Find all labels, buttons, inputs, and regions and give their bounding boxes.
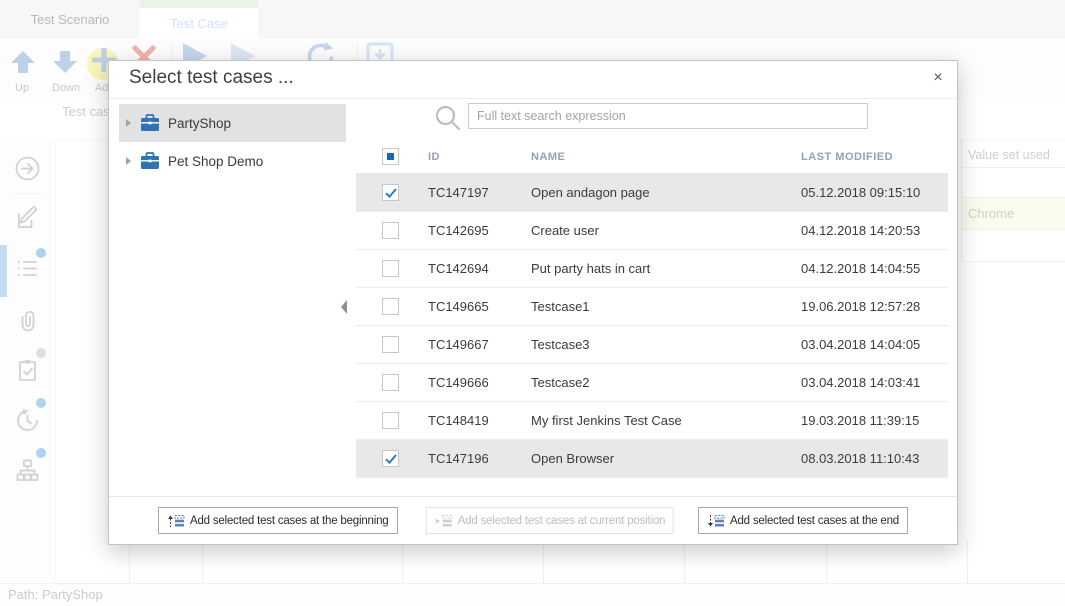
cell-id: TC142694 [428, 250, 489, 287]
dialog-body: PartyShop Pet Shop Demo ID NAME LAST MODI… [109, 98, 957, 497]
cell-name: Create user [531, 212, 599, 249]
cell-name: Open andagon page [531, 174, 650, 211]
column-header-last-modified[interactable]: LAST MODIFIED [801, 141, 893, 173]
cell-id: TC149666 [428, 364, 489, 401]
add-at-current-position-button: Add selected test cases at current posit… [426, 507, 674, 534]
cell-name: Open Browser [531, 440, 614, 477]
table-row[interactable]: TC149666 Testcase2 03.04.2018 14:03:41 [356, 364, 948, 402]
cell-id: TC149665 [428, 288, 489, 325]
table-header-row: ID NAME LAST MODIFIED [356, 141, 948, 174]
column-header-name[interactable]: NAME [531, 141, 565, 173]
cell-last-modified: 19.03.2018 11:39:15 [801, 402, 919, 439]
dialog-header: Select test cases ... × [109, 61, 957, 99]
dialog-footer: Add selected test cases at the beginning… [109, 496, 957, 544]
cell-id: TC147196 [428, 440, 489, 477]
tree-panel: PartyShop Pet Shop Demo [119, 104, 346, 180]
briefcase-icon [140, 152, 160, 170]
table-row[interactable]: TC142694 Put party hats in cart 04.12.2018… [356, 250, 948, 288]
table-row[interactable]: TC149667 Testcase3 03.04.2018 14:04:05 [356, 326, 948, 364]
table-row[interactable]: TC148419 My first Jenkins Test Case 19.03.… [356, 402, 948, 440]
table-row[interactable]: TC142695 Create user 04.12.2018 14:20:53 [356, 212, 948, 250]
select-test-cases-dialog: Select test cases ... × PartyShop Pet Sho… [108, 60, 958, 545]
dialog-title: Select test cases ... [129, 67, 294, 89]
column-header-id[interactable]: ID [428, 141, 440, 173]
close-icon[interactable]: × [927, 67, 949, 89]
row-checkbox[interactable] [382, 374, 399, 391]
expander-icon[interactable] [126, 157, 131, 165]
cell-name: Testcase3 [531, 326, 590, 363]
cell-id: TC142695 [428, 212, 489, 249]
search-input[interactable] [468, 103, 868, 129]
button-label: Add selected test cases at the beginning [190, 515, 389, 527]
tree-item-label: Pet Shop Demo [168, 154, 263, 169]
insert-end-icon [707, 514, 725, 528]
button-label: Add selected test cases at current posit… [458, 515, 665, 527]
cell-last-modified: 04.12.2018 14:20:53 [801, 212, 920, 249]
briefcase-icon [140, 114, 160, 132]
cell-id: TC147197 [428, 174, 489, 211]
tree-item[interactable]: Pet Shop Demo [119, 142, 346, 180]
insert-beginning-icon [167, 514, 185, 528]
row-checkbox[interactable] [382, 336, 399, 353]
cell-last-modified: 05.12.2018 09:15:10 [801, 174, 920, 211]
select-all-checkbox[interactable] [382, 148, 399, 165]
cell-name: My first Jenkins Test Case [531, 402, 682, 439]
test-case-rows: TC147197 Open andagon page 05.12.2018 09:1… [356, 174, 948, 478]
row-checkbox[interactable] [382, 450, 399, 467]
cell-name: Testcase1 [531, 288, 590, 325]
cell-last-modified: 19.06.2018 12:57:28 [801, 288, 920, 325]
table-row[interactable]: TC147197 Open andagon page 05.12.2018 09:1… [356, 174, 948, 212]
cell-last-modified: 08.03.2018 11:10:43 [801, 440, 919, 477]
cell-last-modified: 03.04.2018 14:03:41 [801, 364, 920, 401]
cell-last-modified: 03.04.2018 14:04:05 [801, 326, 920, 363]
cell-last-modified: 04.12.2018 14:04:55 [801, 250, 920, 287]
table-row[interactable]: TC147196 Open Browser 08.03.2018 11:10:43 [356, 440, 948, 478]
table-row[interactable]: TC149665 Testcase1 19.06.2018 12:57:28 [356, 288, 948, 326]
cell-name: Put party hats in cart [531, 250, 650, 287]
expander-icon[interactable] [126, 119, 131, 127]
cell-name: Testcase2 [531, 364, 590, 401]
row-checkbox[interactable] [382, 184, 399, 201]
cell-id: TC149667 [428, 326, 489, 363]
splitter-collapse-icon[interactable] [341, 300, 347, 314]
tree-item[interactable]: PartyShop [119, 104, 346, 142]
row-checkbox[interactable] [382, 260, 399, 277]
insert-current-icon [435, 514, 453, 528]
test-case-table: ID NAME LAST MODIFIED TC147197 Open andag… [356, 141, 948, 478]
row-checkbox[interactable] [382, 222, 399, 239]
add-at-end-button[interactable]: Add selected test cases at the end [698, 507, 908, 534]
cell-id: TC148419 [428, 402, 489, 439]
button-label: Add selected test cases at the end [730, 515, 899, 527]
tree-item-label: PartyShop [168, 116, 231, 131]
row-checkbox[interactable] [382, 298, 399, 315]
add-at-beginning-button[interactable]: Add selected test cases at the beginning [158, 507, 398, 534]
row-checkbox[interactable] [382, 412, 399, 429]
search-icon [434, 104, 462, 132]
